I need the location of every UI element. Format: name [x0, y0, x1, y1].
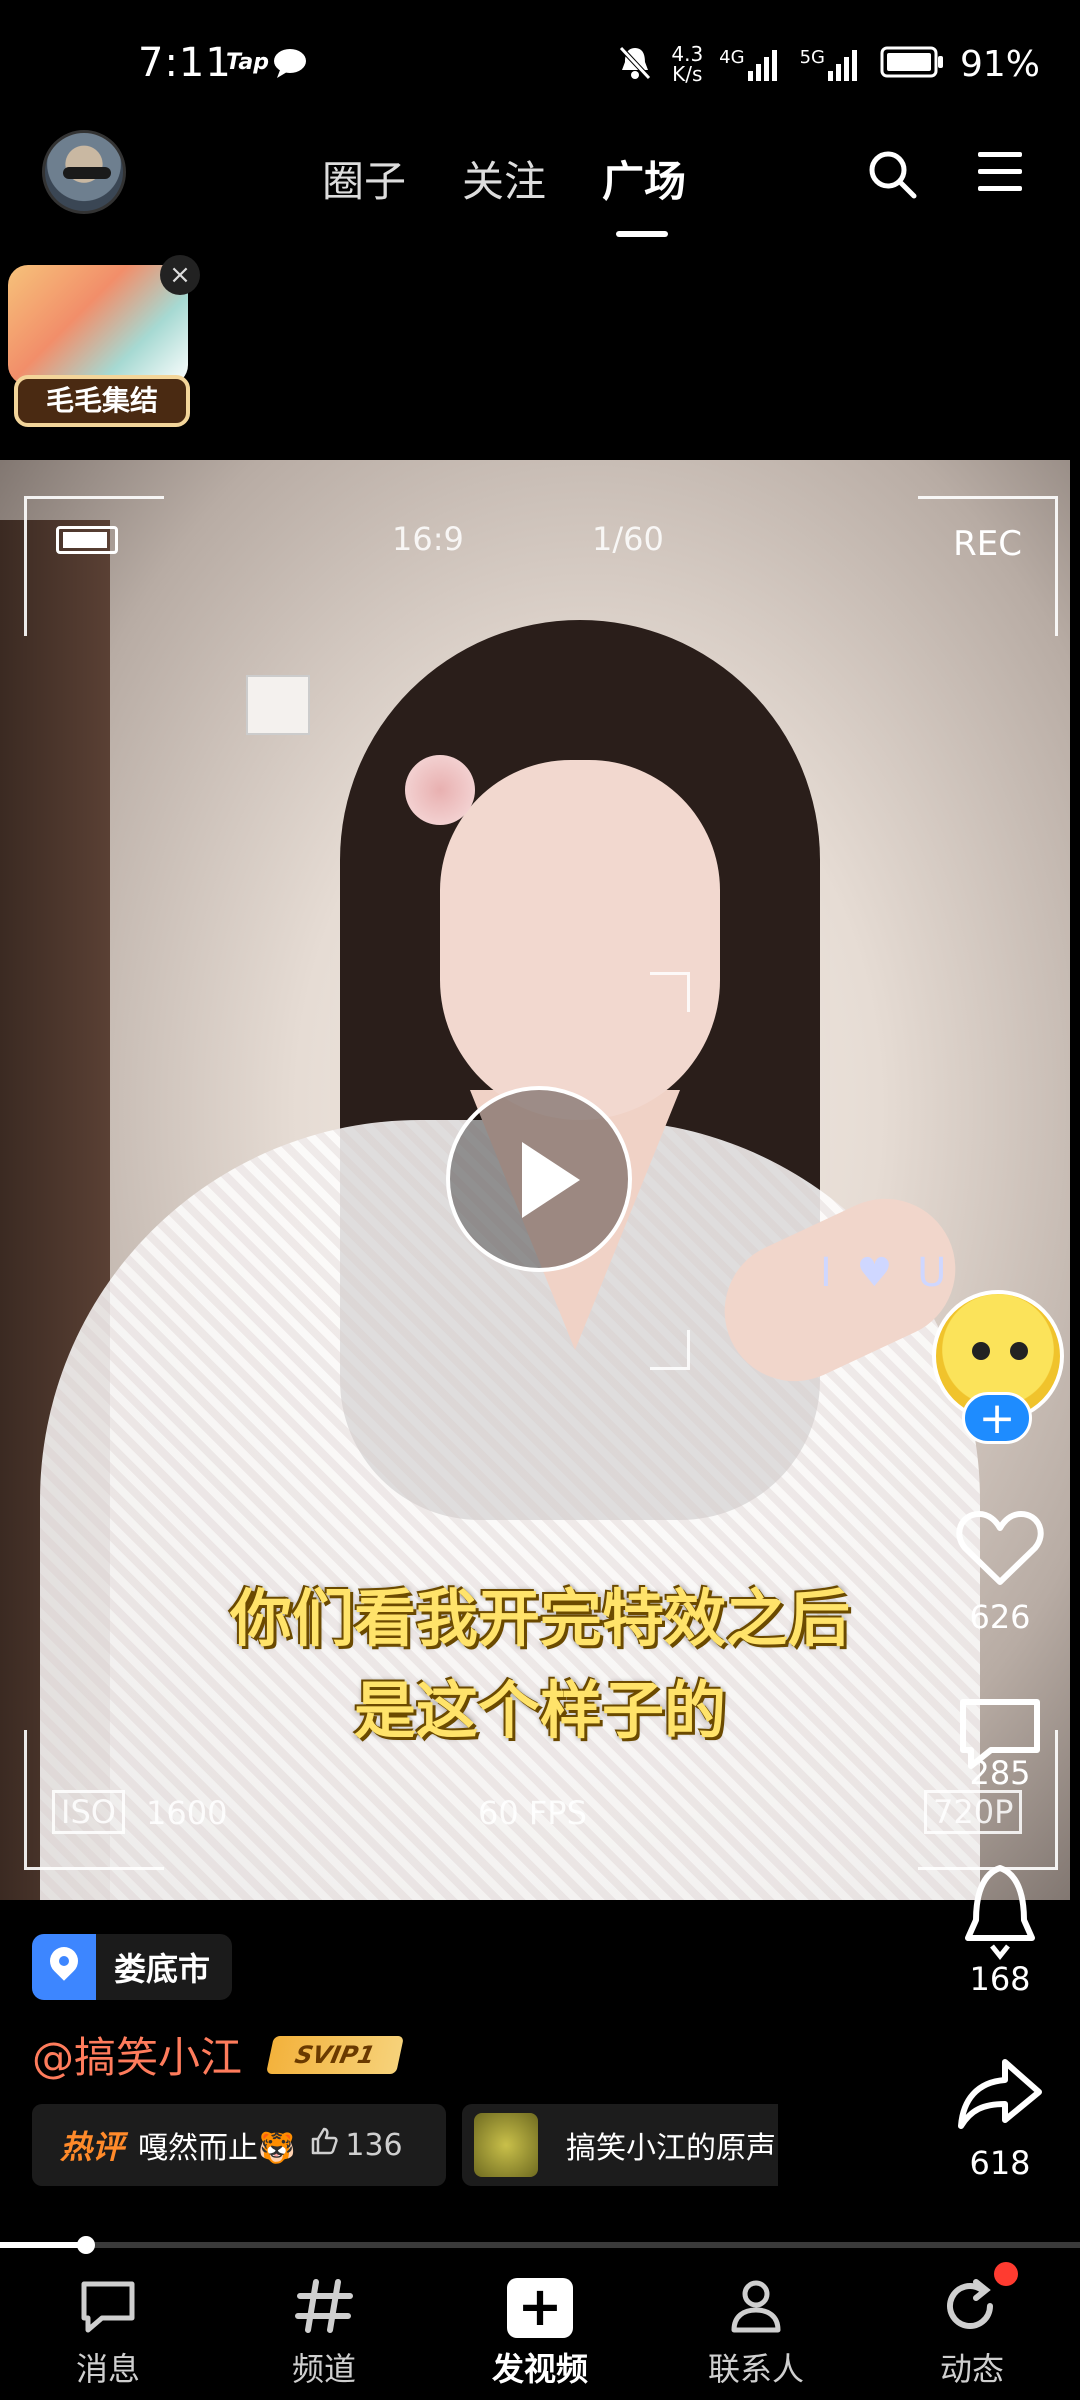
svip-badge: SVIP1 — [265, 2036, 405, 2074]
network-type-2: 5G — [799, 47, 825, 68]
viewfinder-shutter: 1/60 — [592, 520, 664, 558]
refresh-icon — [942, 2279, 1002, 2338]
message-icon — [78, 2281, 138, 2338]
viewfinder-corner — [24, 496, 164, 636]
viewfinder-rec: REC — [953, 524, 1022, 564]
video-caption-line-1: 你们看我开完特效之后 — [229, 1582, 850, 1655]
nav-messages-label: 消息 — [75, 2350, 140, 2388]
sound-thumbnail — [474, 2113, 538, 2177]
mute-bell-icon — [615, 42, 655, 86]
follow-button[interactable]: + — [962, 1392, 1032, 1444]
viewfinder-fps: 60 FPS — [478, 1794, 587, 1832]
love-sticker: I ♥ U — [820, 1250, 953, 1296]
hot-comment-tag: 热评 — [60, 2128, 125, 2166]
viewfinder-iso-value: 1600 — [146, 1794, 228, 1832]
viewfinder-battery-icon — [56, 526, 118, 554]
battery-percent: 91% — [959, 43, 1040, 85]
hot-comment-like-count: 136 — [345, 2127, 403, 2163]
nav-channels[interactable]: 频道 — [216, 2260, 432, 2400]
share-count: 618 — [969, 2144, 1031, 2182]
status-time: 7:11 — [138, 40, 232, 86]
share-arrow-icon[interactable] — [955, 2059, 1045, 2138]
plus-icon: + — [507, 2278, 573, 2338]
chat-bubble-icon — [272, 48, 308, 82]
boost-action[interactable]: 168 — [950, 1862, 1050, 1998]
tab-square[interactable]: 广场 — [602, 148, 686, 237]
battery-icon — [880, 45, 944, 83]
notification-dot — [994, 2262, 1018, 2286]
hot-comment[interactable]: 热评 嘎然而止🐯 136 — [32, 2104, 446, 2186]
thumbs-up-icon — [309, 2126, 339, 2164]
viewfinder-resolution: 720P — [924, 1790, 1023, 1834]
play-button[interactable] — [446, 1086, 632, 1272]
like-count: 626 — [969, 1598, 1031, 1636]
network-type-1: 4G — [719, 47, 745, 68]
hashtag-icon — [294, 2279, 354, 2338]
signal-5g-icon: 5G — [800, 47, 864, 81]
feed-tabs: 圈子 关注 广场 — [322, 148, 686, 237]
video-player[interactable]: 16:9 1/60 REC ISO 1600 60 FPS 720P I ♥ U… — [0, 460, 1070, 1900]
heart-icon[interactable] — [955, 1511, 1045, 1592]
nav-post-video-label: 发视频 — [491, 2350, 588, 2388]
location-tag[interactable]: 娄底市 — [32, 1934, 233, 2000]
net-speed-value: 4.3 — [671, 42, 704, 66]
video-progress-fill — [0, 2242, 87, 2248]
promo-badge[interactable]: 毛毛集结 × — [8, 255, 200, 435]
user-avatar[interactable] — [42, 130, 126, 214]
net-speed-unit: K/s — [672, 62, 703, 86]
nav-contacts-label: 联系人 — [707, 2350, 804, 2388]
person-icon — [726, 2280, 786, 2338]
tap-app-icon: Tap — [226, 50, 269, 75]
tab-circles[interactable]: 圈子 — [322, 148, 406, 209]
viewfinder-iso-label: ISO — [52, 1790, 125, 1834]
comment-action[interactable]: 285 — [950, 1694, 1050, 1792]
nav-contacts[interactable]: 联系人 — [648, 2260, 864, 2400]
tab-following[interactable]: 关注 — [462, 148, 546, 209]
video-progress-bar[interactable] — [0, 2236, 1080, 2254]
sound-title: 搞笑小江的原声 — [566, 2131, 776, 2166]
video-caption-line-2: 是这个样子的 — [353, 1674, 726, 1747]
menu-icon[interactable] — [976, 150, 1024, 198]
viewfinder-corner — [918, 496, 1058, 636]
nav-post-video[interactable]: + 发视频 — [432, 2260, 648, 2400]
search-icon[interactable] — [866, 148, 918, 204]
share-action[interactable]: 618 — [950, 2054, 1050, 2182]
like-action[interactable]: 626 — [950, 1508, 1050, 1636]
status-bar: 7:11 Tap 4.3 K/s 4G 5G 91% — [0, 0, 1080, 130]
nav-activity[interactable]: 动态 — [864, 2260, 1080, 2400]
net-speed: 4.3 K/s — [671, 44, 703, 84]
nav-messages[interactable]: 消息 — [0, 2260, 216, 2400]
bottom-nav: 消息 频道 + 发视频 联系人 动态 — [0, 2260, 1080, 2400]
focus-mark — [650, 1330, 690, 1370]
top-nav: 圈子 关注 广场 — [0, 130, 1080, 250]
signal-4g-icon: 4G — [719, 47, 783, 81]
original-sound[interactable]: 搞笑小江的原声 — [462, 2104, 778, 2186]
author-name[interactable]: @搞笑小江 — [32, 2024, 242, 2085]
promo-label: 毛毛集结 — [14, 375, 190, 427]
location-text: 娄底市 — [114, 1950, 211, 1988]
nav-activity-label: 动态 — [939, 2350, 1004, 2388]
hot-comment-likes: 136 — [309, 2126, 403, 2164]
location-pin-icon — [32, 1934, 96, 2000]
nav-channels-label: 频道 — [291, 2350, 356, 2388]
hot-comment-text: 嘎然而止🐯 — [138, 2131, 296, 2166]
focus-mark — [650, 972, 690, 1012]
close-icon[interactable]: × — [160, 255, 200, 295]
video-progress-knob[interactable] — [77, 2236, 96, 2254]
viewfinder-aspect: 16:9 — [392, 520, 464, 558]
